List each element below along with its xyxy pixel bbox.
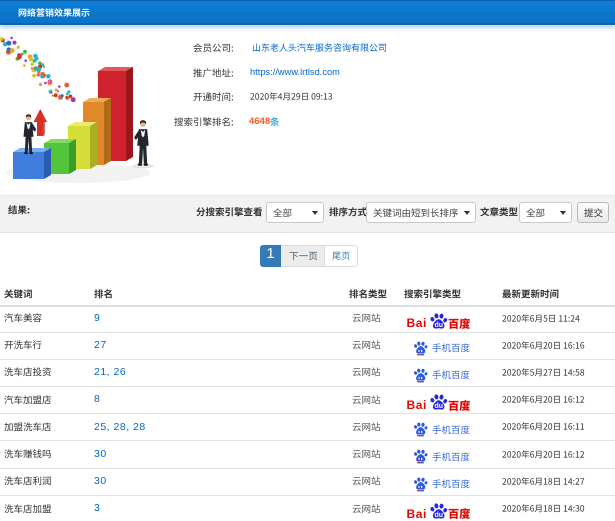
svg-text:du: du <box>435 403 444 410</box>
svg-text:du: du <box>435 322 444 329</box>
svg-text:du: du <box>435 512 444 519</box>
